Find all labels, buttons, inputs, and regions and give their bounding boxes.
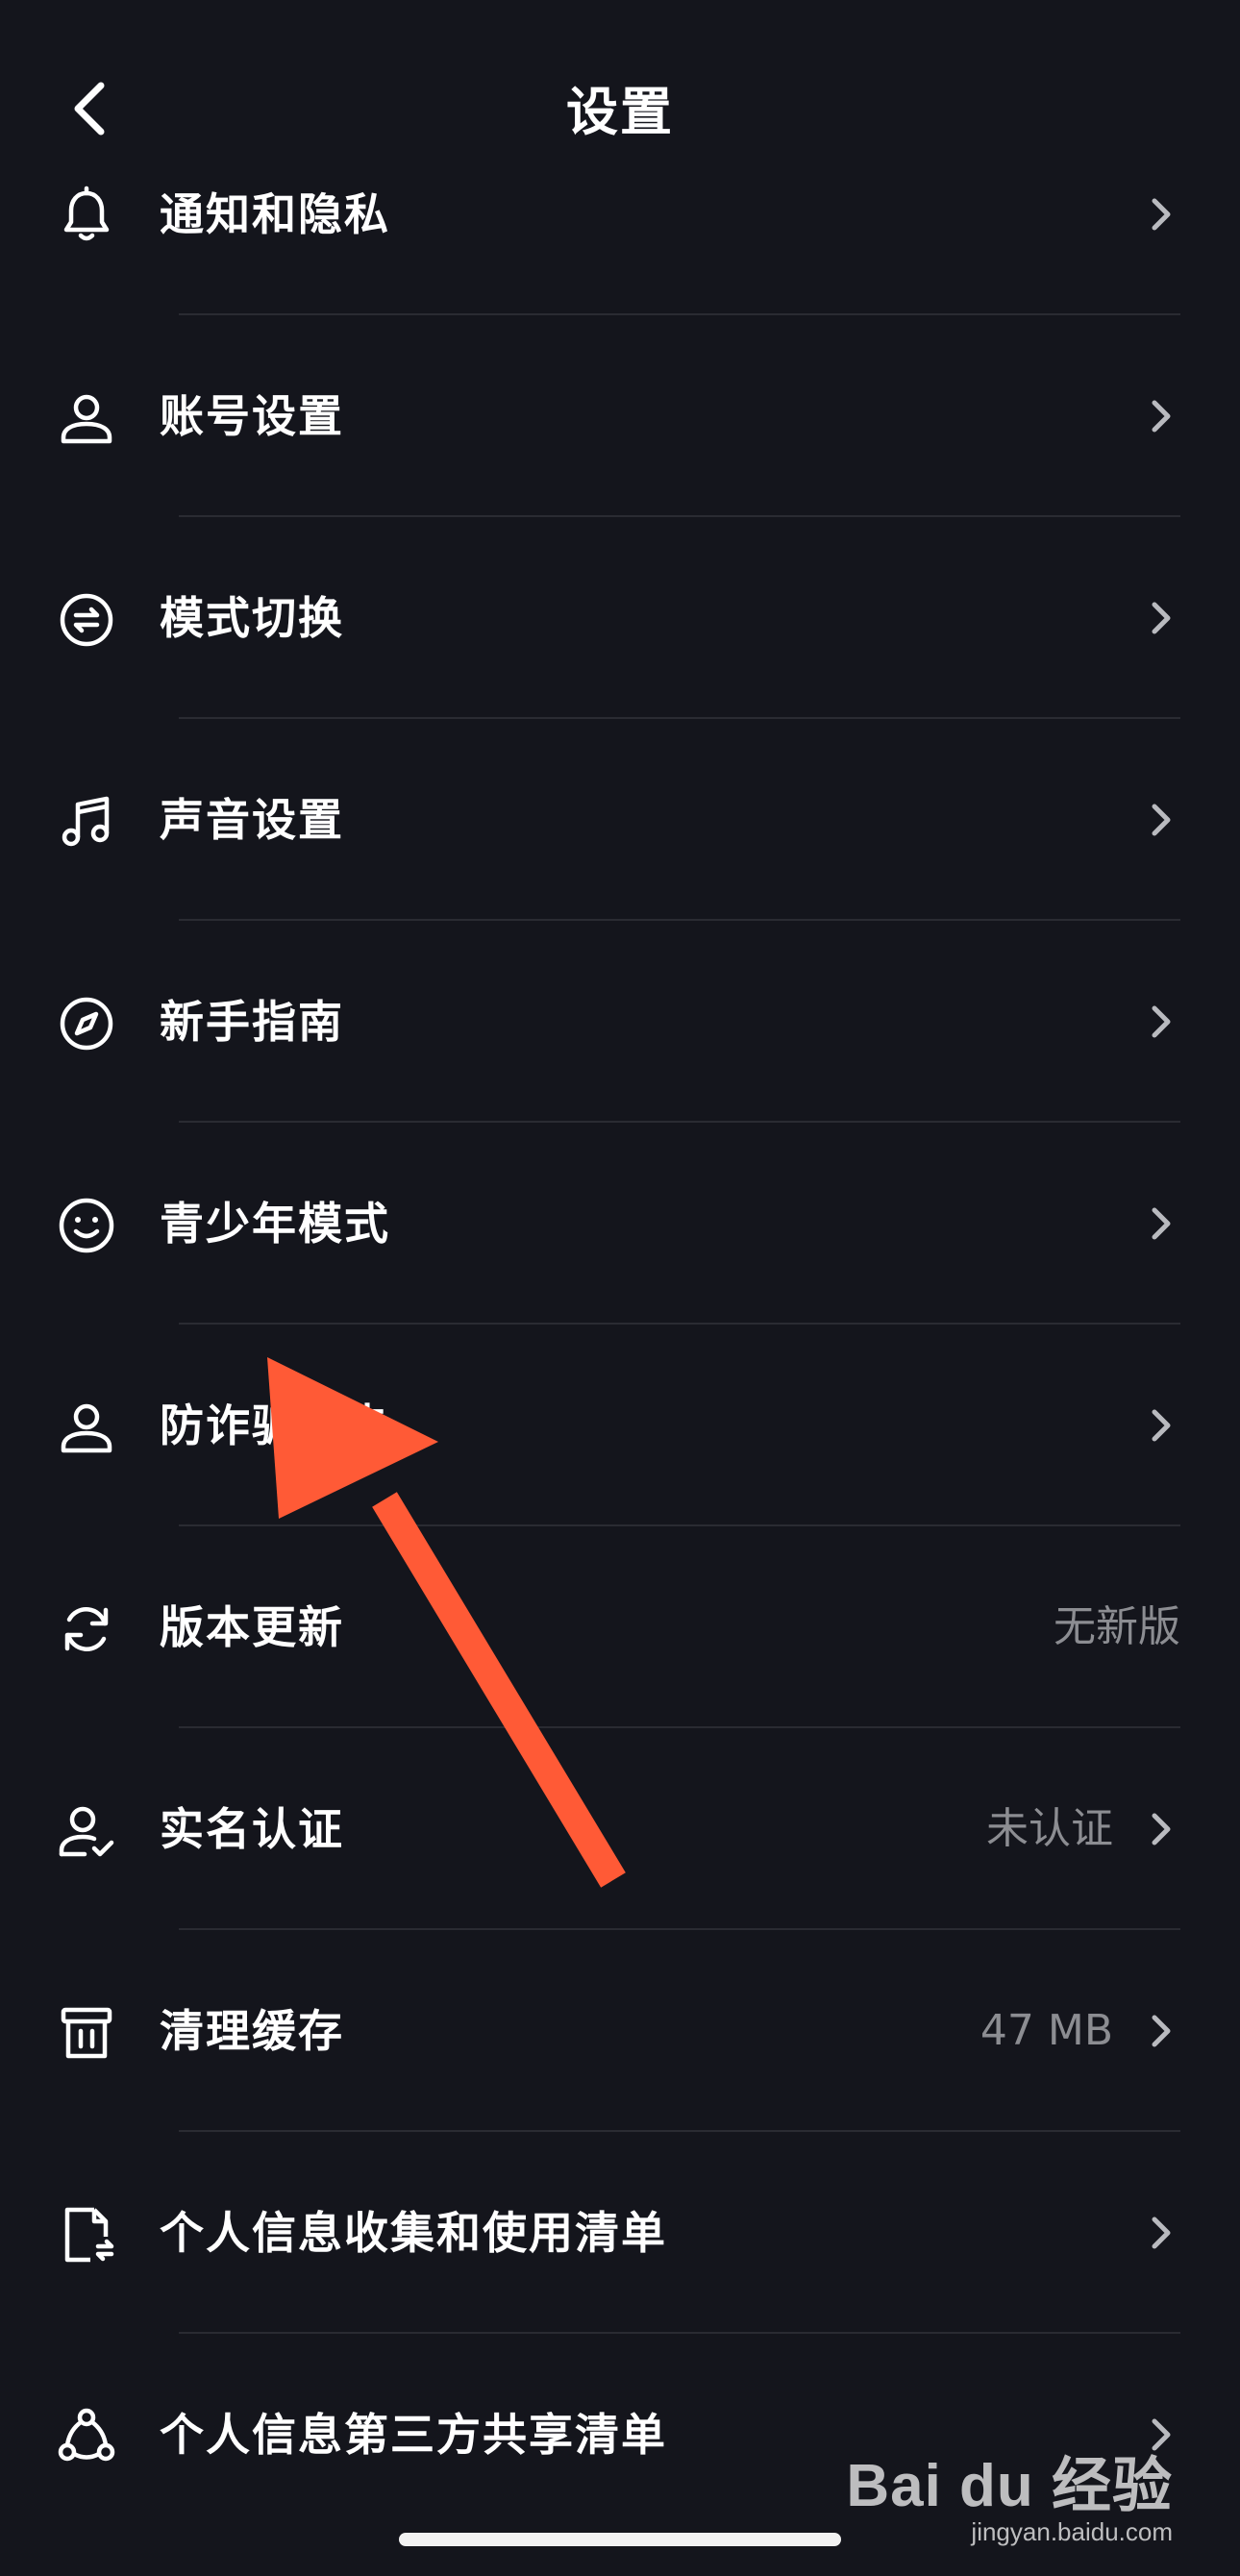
settings-item-notifications-privacy[interactable]: 通知和隐私: [0, 113, 1240, 315]
settings-item-label: 清理缓存: [160, 2005, 344, 2057]
version-status: 无新版: [1054, 1602, 1180, 1651]
settings-item-clear-cache[interactable]: 清理缓存 47 MB: [0, 1930, 1240, 2132]
settings-item-label: 账号设置: [160, 390, 344, 442]
settings-item-anti-fraud-notice[interactable]: 防诈骗公告: [0, 1325, 1240, 1526]
chevron-right-icon: [1142, 599, 1180, 637]
compass-icon: [56, 993, 117, 1054]
watermark-logo: Bai du 经验: [846, 2453, 1173, 2519]
watermark: Bai du 经验 jingyan.baidu.com: [846, 2437, 1173, 2547]
chevron-right-icon: [1142, 2012, 1180, 2050]
settings-item-sound[interactable]: 声音设置: [0, 719, 1240, 921]
settings-list: 通知和隐私 账号设置 模式切换 声音设置 新手指南 青少年模式 防诈骗公告 版本…: [0, 113, 1240, 2536]
settings-item-label: 防诈骗公告: [160, 1399, 390, 1451]
share-icon: [56, 2406, 117, 2467]
settings-item-label: 模式切换: [160, 592, 344, 644]
settings-item-label: 个人信息第三方共享清单: [160, 2409, 667, 2461]
settings-item-label: 实名认证: [160, 1803, 344, 1855]
chevron-right-icon: [1142, 1406, 1180, 1445]
verification-status: 未认证: [986, 1804, 1113, 1853]
settings-item-label: 新手指南: [160, 996, 344, 1048]
bell-icon: [56, 186, 117, 247]
settings-item-real-name-verification[interactable]: 实名认证 未认证: [0, 1728, 1240, 1930]
cache-size: 47 MB: [980, 2006, 1113, 2055]
refresh-icon: [56, 1598, 117, 1660]
person-icon: [56, 1397, 117, 1458]
chevron-right-icon: [1142, 1204, 1180, 1243]
chevron-right-icon: [1142, 801, 1180, 839]
document-icon: [56, 2204, 117, 2266]
chevron-right-icon: [1142, 195, 1180, 234]
music-note-icon: [56, 791, 117, 853]
settings-item-beginner-guide[interactable]: 新手指南: [0, 921, 1240, 1123]
settings-item-label: 声音设置: [160, 794, 344, 846]
chevron-right-icon: [1142, 1003, 1180, 1041]
smile-icon: [56, 1195, 117, 1256]
settings-item-personal-info-collection[interactable]: 个人信息收集和使用清单: [0, 2132, 1240, 2334]
settings-item-label: 个人信息收集和使用清单: [160, 2207, 667, 2259]
chevron-right-icon: [1142, 2214, 1180, 2252]
chevron-right-icon: [1142, 397, 1180, 435]
person-icon: [56, 387, 117, 449]
settings-item-mode-switch[interactable]: 模式切换: [0, 517, 1240, 719]
chevron-right-icon: [1142, 1810, 1180, 1848]
settings-item-account[interactable]: 账号设置: [0, 315, 1240, 517]
settings-item-label: 通知和隐私: [160, 188, 390, 240]
settings-item-label: 版本更新: [160, 1601, 344, 1653]
settings-item-label: 青少年模式: [160, 1198, 390, 1250]
home-indicator[interactable]: [399, 2533, 841, 2546]
switch-icon: [56, 589, 117, 651]
trash-icon: [56, 2002, 117, 2064]
person-check-icon: [56, 1800, 117, 1862]
settings-item-version-update[interactable]: 版本更新 无新版: [0, 1526, 1240, 1728]
settings-item-youth-mode[interactable]: 青少年模式: [0, 1123, 1240, 1325]
